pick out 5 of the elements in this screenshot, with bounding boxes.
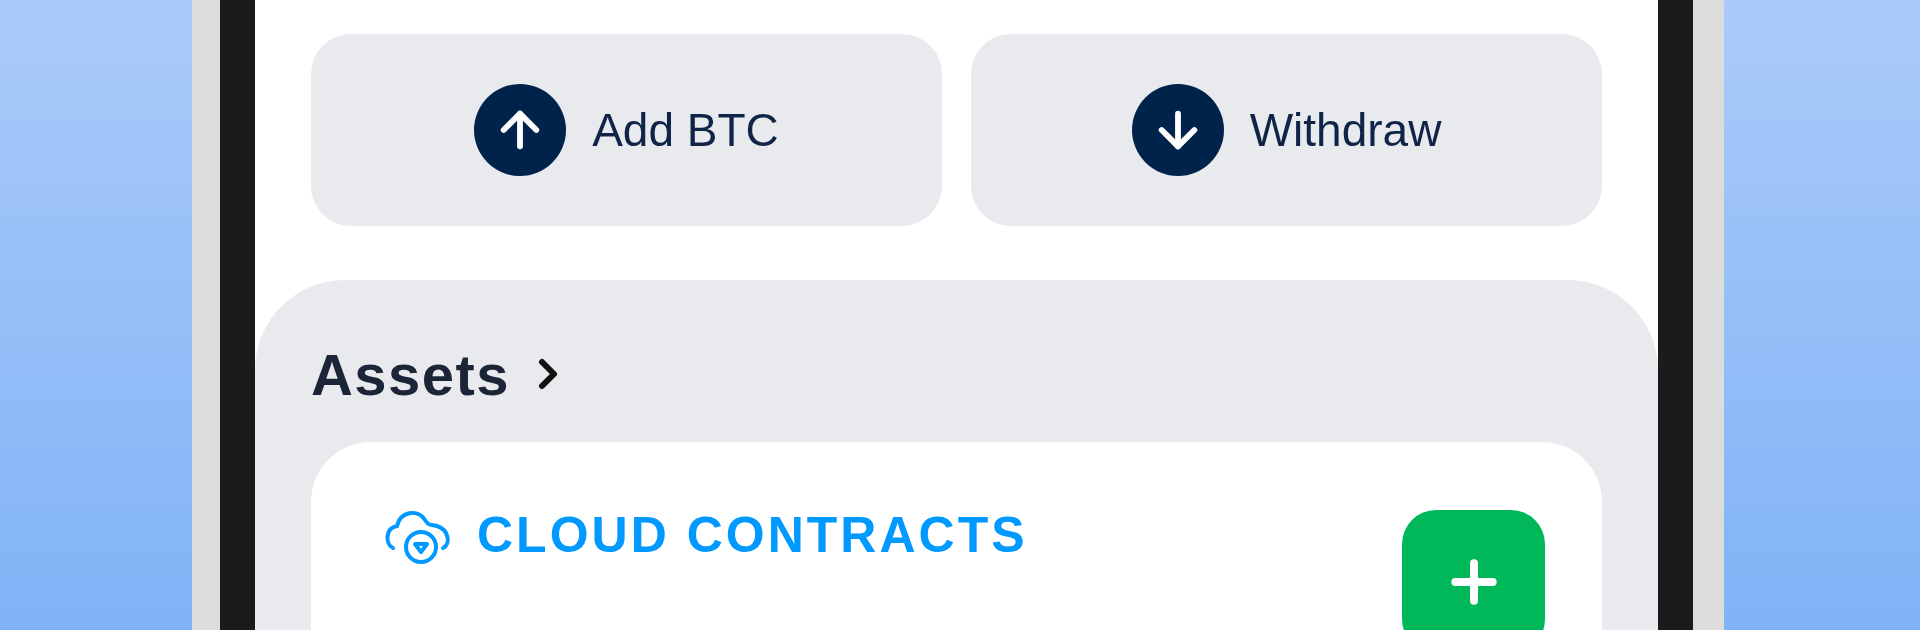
assets-heading[interactable]: Assets <box>311 330 510 418</box>
card-title: CLOUD CONTRACTS <box>477 505 1028 565</box>
action-button[interactable]: Withdraw <box>971 34 1602 226</box>
add-button[interactable] <box>1402 510 1545 630</box>
action-button[interactable]: Add BTC <box>311 34 942 226</box>
